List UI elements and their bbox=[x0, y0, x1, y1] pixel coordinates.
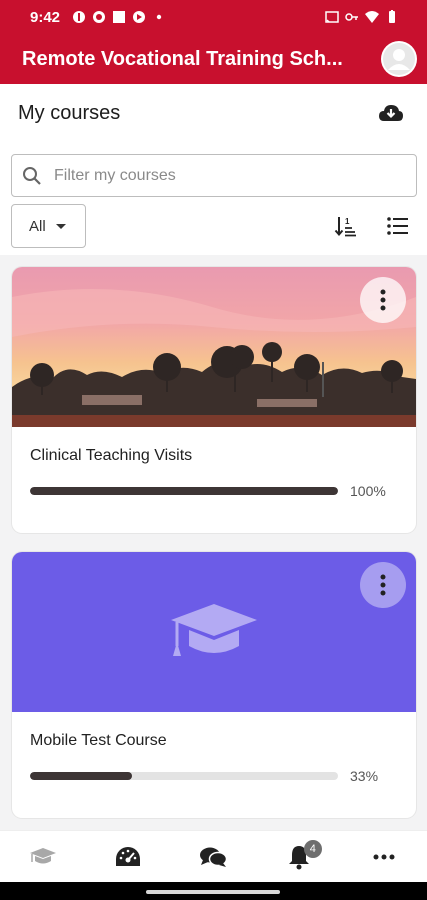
filter-section bbox=[0, 142, 427, 197]
gesture-bar bbox=[0, 882, 427, 900]
user-icon bbox=[383, 43, 415, 75]
page-title: My courses bbox=[18, 101, 121, 124]
notification-icon bbox=[73, 11, 86, 23]
comments-icon bbox=[200, 847, 228, 867]
list-icon bbox=[387, 217, 408, 235]
graduation-cap-icon bbox=[29, 847, 56, 863]
notification-icon bbox=[113, 11, 126, 23]
wifi-icon bbox=[365, 11, 379, 23]
progress-percent: 100% bbox=[350, 483, 386, 499]
filter-courses-input[interactable] bbox=[54, 166, 374, 185]
battery-icon bbox=[389, 10, 395, 23]
progress-track bbox=[30, 772, 338, 780]
chevron-down-icon bbox=[55, 223, 66, 229]
status-filter-select[interactable]: All bbox=[11, 204, 86, 248]
course-card[interactable]: Mobile Test Course 33% bbox=[12, 552, 416, 818]
notifications-badge: 4 bbox=[303, 839, 322, 858]
more-vertical-icon bbox=[380, 289, 386, 311]
user-avatar[interactable] bbox=[381, 41, 417, 77]
nav-more[interactable] bbox=[354, 831, 414, 883]
nav-messages[interactable] bbox=[183, 831, 243, 883]
nav-dashboard[interactable] bbox=[98, 831, 158, 883]
search-icon bbox=[23, 166, 41, 185]
graduation-cap-icon bbox=[171, 604, 257, 656]
course-name[interactable]: Clinical Teaching Visits bbox=[30, 447, 398, 465]
cast-icon bbox=[325, 11, 339, 23]
cloud-download-icon bbox=[379, 105, 403, 121]
app-bar: Remote Vocational Training Sch... bbox=[0, 34, 427, 84]
course-image bbox=[12, 552, 416, 712]
course-options-button[interactable] bbox=[360, 277, 406, 323]
view-list-button[interactable] bbox=[383, 211, 413, 241]
progress-fill bbox=[30, 487, 338, 495]
progress-fill bbox=[30, 772, 132, 780]
key-icon bbox=[345, 13, 358, 21]
notification-icon bbox=[93, 11, 106, 23]
course-progress: 33% bbox=[30, 768, 398, 784]
course-card[interactable]: Clinical Teaching Visits 100% bbox=[12, 267, 416, 533]
bottom-nav: 4 bbox=[0, 830, 427, 882]
course-name[interactable]: Mobile Test Course bbox=[30, 732, 398, 750]
play-icon bbox=[133, 11, 146, 23]
search-box[interactable] bbox=[11, 154, 417, 197]
home-indicator[interactable] bbox=[146, 890, 280, 894]
nav-my-courses[interactable] bbox=[13, 831, 73, 883]
course-toolbar: All 1 bbox=[0, 197, 427, 255]
dashboard-icon bbox=[116, 846, 141, 866]
status-bar: 9:42 bbox=[0, 0, 427, 34]
main-content: My courses All 1 bbox=[0, 84, 427, 830]
download-courses-button[interactable] bbox=[373, 95, 409, 131]
more-vertical-icon bbox=[380, 574, 386, 596]
nav-notifications[interactable]: 4 bbox=[269, 831, 329, 883]
page-header: My courses bbox=[0, 84, 427, 142]
more-horizontal-icon bbox=[373, 854, 395, 859]
status-filter-value: All bbox=[29, 217, 46, 235]
progress-percent: 33% bbox=[350, 768, 379, 784]
dot-icon bbox=[156, 14, 162, 20]
course-image bbox=[12, 267, 416, 427]
sort-button[interactable]: 1 bbox=[331, 211, 361, 241]
sort-icon: 1 bbox=[334, 217, 356, 237]
site-title: Remote Vocational Training Sch... bbox=[22, 47, 343, 70]
status-time: 9:42 bbox=[30, 8, 61, 26]
progress-track bbox=[30, 487, 338, 495]
course-options-button[interactable] bbox=[360, 562, 406, 608]
svg-text:1: 1 bbox=[345, 217, 350, 226]
course-progress: 100% bbox=[30, 483, 398, 499]
